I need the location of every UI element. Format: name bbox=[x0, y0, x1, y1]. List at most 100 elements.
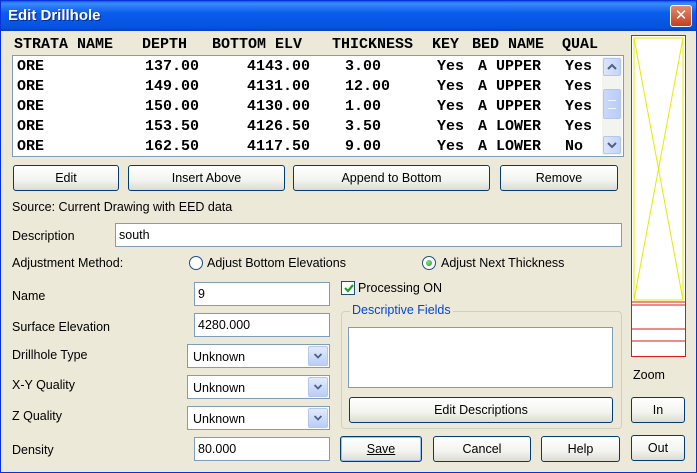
z-quality-value: Unknown bbox=[193, 412, 246, 426]
scroll-up-button[interactable] bbox=[603, 58, 621, 76]
xy-quality-dropdown-button[interactable] bbox=[308, 377, 328, 397]
help-label: Help bbox=[567, 442, 594, 456]
header-bed-name: BED NAME bbox=[472, 36, 545, 53]
table-row[interactable]: ORE 149.00 4131.00 12.00 Yes A UPPER Yes bbox=[15, 77, 599, 97]
strata-list[interactable]: ORE 137.00 4143.00 3.00 Yes A UPPER Yes ORE 149.… bbox=[12, 55, 624, 157]
name-label: Name bbox=[12, 289, 46, 303]
drillhole-type-dropdown-button[interactable] bbox=[308, 346, 328, 366]
table-cell: ORE bbox=[17, 138, 45, 155]
zoom-out-button[interactable]: Out bbox=[631, 435, 685, 461]
table-row[interactable]: ORE 153.50 4126.50 3.50 Yes A LOWER Yes bbox=[15, 117, 599, 137]
descriptive-fields-list[interactable] bbox=[348, 327, 613, 388]
table-cell: ORE bbox=[17, 58, 45, 75]
edit-descriptions-button[interactable]: Edit Descriptions bbox=[349, 397, 613, 423]
processing-label[interactable]: Processing ON bbox=[358, 281, 442, 295]
remove-label: Remove bbox=[535, 171, 583, 185]
table-cell: Yes bbox=[565, 58, 593, 75]
table-cell: 12.00 bbox=[345, 78, 391, 95]
table-cell: A UPPER bbox=[478, 58, 542, 75]
table-cell: Yes bbox=[437, 58, 465, 75]
drillhole-preview bbox=[631, 35, 686, 357]
table-row[interactable]: ORE 150.00 4130.00 1.00 Yes A UPPER Yes bbox=[15, 97, 599, 117]
table-cell: Yes bbox=[437, 98, 465, 115]
table-cell: Yes bbox=[437, 138, 465, 155]
save-label: Save bbox=[366, 442, 396, 456]
descriptive-fields-title: Descriptive Fields bbox=[350, 303, 453, 317]
density-input[interactable]: 80.000 bbox=[194, 437, 330, 461]
table-cell: Yes bbox=[437, 78, 465, 95]
table-cell: 3.00 bbox=[345, 58, 382, 75]
edit-descriptions-label: Edit Descriptions bbox=[434, 403, 528, 417]
append-label: Append to Bottom bbox=[341, 171, 442, 185]
table-cell: 1.00 bbox=[345, 98, 382, 115]
drillhole-type-select[interactable]: Unknown bbox=[187, 344, 330, 368]
density-label: Density bbox=[12, 443, 54, 457]
append-to-bottom-button[interactable]: Append to Bottom bbox=[293, 165, 490, 191]
table-cell: ORE bbox=[17, 78, 45, 95]
table-cell: 4126.50 bbox=[247, 118, 311, 135]
name-input[interactable]: 9 bbox=[194, 282, 330, 306]
description-input[interactable]: south bbox=[115, 223, 622, 247]
table-cell: 3.50 bbox=[345, 118, 382, 135]
table-cell: 150.00 bbox=[145, 98, 200, 115]
header-bottom-elv: BOTTOM ELV bbox=[212, 36, 303, 53]
table-cell: 4117.50 bbox=[247, 138, 311, 155]
zoom-in-label: In bbox=[652, 403, 664, 417]
surface-elevation-label: Surface Elevation bbox=[12, 320, 110, 334]
chevron-up-icon bbox=[607, 63, 617, 70]
header-qual: QUAL bbox=[562, 36, 599, 53]
description-label: Description bbox=[12, 229, 75, 243]
adjust-bottom-elevations-radio[interactable] bbox=[189, 256, 203, 270]
save-button[interactable]: Save bbox=[340, 436, 422, 462]
adjust-next-thickness-radio[interactable] bbox=[422, 256, 436, 270]
table-cell: ORE bbox=[17, 118, 45, 135]
z-quality-dropdown-button[interactable] bbox=[308, 408, 328, 428]
processing-checkbox[interactable] bbox=[341, 281, 355, 295]
adjustment-method-label: Adjustment Method: bbox=[12, 256, 124, 270]
table-cell: A LOWER bbox=[478, 118, 542, 135]
window-title: Edit Drillhole bbox=[8, 7, 101, 24]
table-row[interactable]: ORE 137.00 4143.00 3.00 Yes A UPPER Yes bbox=[15, 57, 599, 77]
table-cell: 4131.00 bbox=[247, 78, 311, 95]
insert-above-label: Insert Above bbox=[171, 171, 242, 185]
help-button[interactable]: Help bbox=[541, 436, 620, 462]
adjust-next-thickness-label[interactable]: Adjust Next Thickness bbox=[441, 256, 564, 270]
table-cell: Yes bbox=[565, 118, 593, 135]
zoom-label: Zoom bbox=[633, 368, 665, 382]
insert-above-button[interactable]: Insert Above bbox=[128, 165, 285, 191]
cancel-button[interactable]: Cancel bbox=[433, 436, 531, 462]
table-cell: 153.50 bbox=[145, 118, 200, 135]
cancel-label: Cancel bbox=[462, 442, 502, 456]
z-quality-label: Z Quality bbox=[12, 409, 63, 423]
remove-button[interactable]: Remove bbox=[500, 165, 618, 191]
scroll-thumb[interactable] bbox=[603, 89, 621, 119]
table-cell: Yes bbox=[437, 118, 465, 135]
title-bar[interactable]: Edit Drillhole ✕ bbox=[1, 1, 696, 31]
zoom-in-button[interactable]: In bbox=[631, 397, 685, 423]
vertical-scrollbar[interactable] bbox=[602, 57, 622, 155]
surface-elevation-input[interactable]: 4280.000 bbox=[194, 313, 330, 337]
table-cell: 162.50 bbox=[145, 138, 200, 155]
table-cell: ORE bbox=[17, 98, 45, 115]
table-row[interactable]: ORE 162.50 4117.50 9.00 Yes A LOWER No bbox=[15, 137, 599, 157]
header-thickness: THICKNESS bbox=[332, 36, 414, 53]
table-cell: A LOWER bbox=[478, 138, 542, 155]
xy-quality-label: X-Y Quality bbox=[12, 378, 75, 392]
table-cell: Yes bbox=[565, 98, 593, 115]
chevron-down-icon bbox=[314, 353, 322, 359]
table-cell: A UPPER bbox=[478, 98, 542, 115]
edit-drillhole-dialog: Edit Drillhole ✕ STRATA NAME DEPTH BOTTO… bbox=[0, 0, 697, 473]
source-text: Source: Current Drawing with EED data bbox=[12, 200, 233, 214]
xy-quality-select[interactable]: Unknown bbox=[187, 375, 330, 399]
adjust-bottom-elevations-label[interactable]: Adjust Bottom Elevations bbox=[207, 256, 346, 270]
close-button[interactable]: ✕ bbox=[670, 5, 692, 27]
descriptive-fields-group: Descriptive Fields Edit Descriptions bbox=[341, 303, 622, 429]
table-header: STRATA NAME DEPTH BOTTOM ELV THICKNESS K… bbox=[12, 35, 624, 55]
table-rows: ORE 137.00 4143.00 3.00 Yes A UPPER Yes ORE 149.… bbox=[15, 57, 599, 157]
table-cell: 4143.00 bbox=[247, 58, 311, 75]
scroll-down-button[interactable] bbox=[603, 136, 621, 154]
chevron-down-icon bbox=[607, 142, 617, 149]
table-cell: 149.00 bbox=[145, 78, 200, 95]
edit-button[interactable]: Edit bbox=[13, 165, 119, 191]
z-quality-select[interactable]: Unknown bbox=[187, 406, 330, 430]
